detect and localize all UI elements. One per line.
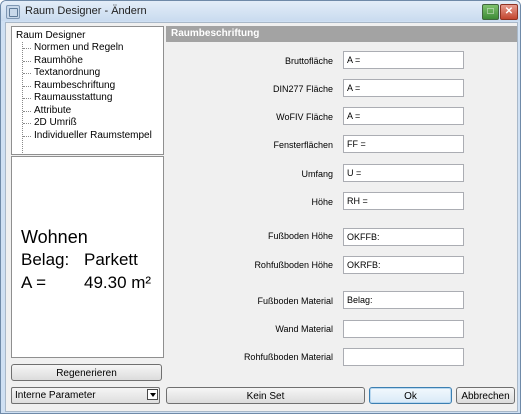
fensterflaechen-input[interactable]: FF = xyxy=(343,135,464,153)
tree-item-attribute[interactable]: Attribute xyxy=(34,105,71,117)
preview-belag-label: Belag: xyxy=(21,250,70,269)
fussboden-material-input[interactable]: Belag: xyxy=(343,291,464,309)
field-label-rohfussboden-hoehe: Rohfußboden Höhe xyxy=(254,260,333,270)
parameter-select-value: Interne Parameter xyxy=(15,390,96,401)
section-title: Raumbeschriftung xyxy=(166,26,517,42)
close-button[interactable]: ✕ xyxy=(500,4,518,20)
preview-belag-value: Parkett xyxy=(84,250,138,269)
parameter-select[interactable]: Interne Parameter xyxy=(11,387,160,404)
field-label-rohfussboden-material: Rohfußboden Material xyxy=(243,352,333,362)
field-label-hoehe: Höhe xyxy=(311,197,333,207)
preview-area-value: 49.30 m² xyxy=(84,273,152,292)
tree-connector xyxy=(23,61,31,62)
tree-connector xyxy=(23,136,31,137)
wand-material-input[interactable] xyxy=(343,320,464,338)
tree-item-raumbeschriftung[interactable]: Raumbeschriftung xyxy=(34,80,115,92)
tree-root[interactable]: Raum Designer xyxy=(16,30,85,41)
help-button[interactable]: □ xyxy=(482,4,499,20)
preview-area-label: A = xyxy=(21,273,47,292)
ok-button[interactable]: Ok xyxy=(369,387,452,404)
rohfussboden-material-input[interactable] xyxy=(343,348,464,366)
bruttoflaeche-input[interactable]: A = xyxy=(343,51,464,69)
chevron-down-icon[interactable] xyxy=(147,389,158,400)
tree-item-raumhoehe[interactable]: Raumhöhe xyxy=(34,55,83,67)
window-title: Raum Designer - Ändern xyxy=(25,5,147,17)
app-icon xyxy=(6,5,20,19)
rohfussboden-hoehe-input[interactable]: OKRFB: xyxy=(343,256,464,274)
regenerate-button[interactable]: Regenerieren xyxy=(11,364,162,381)
tree-item-normen-und-regeln[interactable]: Normen und Regeln xyxy=(34,42,124,54)
field-label-din277-flaeche: DIN277 Fläche xyxy=(272,84,333,94)
tree-connector xyxy=(23,86,31,87)
field-label-umfang: Umfang xyxy=(301,169,333,179)
tree-item-textanordnung[interactable]: Textanordnung xyxy=(34,67,100,79)
field-label-bruttoflaeche: Bruttofläche xyxy=(284,56,333,66)
field-label-fussboden-hoehe: Fußboden Höhe xyxy=(267,231,333,241)
tree-item-2d-umriss[interactable]: 2D Umriß xyxy=(34,117,77,129)
cancel-button[interactable]: Abbrechen xyxy=(456,387,515,404)
tree-item-individueller-raumstempel[interactable]: Individueller Raumstempel xyxy=(34,130,152,142)
tree-item-raumausstattung[interactable]: Raumausstattung xyxy=(34,92,112,104)
tree-connector xyxy=(23,73,31,74)
dialog-body: Raum Designer Normen und Regeln Raumhöhe… xyxy=(5,22,518,412)
field-label-wofiv-flaeche: WoFIV Fläche xyxy=(276,112,333,122)
wofiv-flaeche-input[interactable]: A = xyxy=(343,107,464,125)
tree-connector xyxy=(23,98,31,99)
tree-connector xyxy=(23,111,31,112)
category-tree: Raum Designer Normen und Regeln Raumhöhe… xyxy=(11,26,164,155)
tree-connector xyxy=(23,123,31,124)
preview-title: Wohnen xyxy=(21,227,88,247)
fussboden-hoehe-input[interactable]: OKFFB: xyxy=(343,228,464,246)
hoehe-input[interactable]: RH = xyxy=(343,192,464,210)
dialog-window: Raum Designer - Ändern □ ✕ Raum Designer… xyxy=(0,0,521,414)
field-label-fussboden-material: Fußboden Material xyxy=(257,296,333,306)
field-label-wand-material: Wand Material xyxy=(275,324,333,334)
field-label-fensterflaechen: Fensterflächen xyxy=(273,140,333,150)
kein-set-button[interactable]: Kein Set xyxy=(166,387,365,404)
umfang-input[interactable]: U = xyxy=(343,164,464,182)
title-bar: Raum Designer - Ändern □ ✕ xyxy=(1,1,520,21)
tree-connector xyxy=(23,48,31,49)
label-preview: Wohnen Belag: Parkett A = 49.30 m² xyxy=(11,156,164,358)
din277-flaeche-input[interactable]: A = xyxy=(343,79,464,97)
